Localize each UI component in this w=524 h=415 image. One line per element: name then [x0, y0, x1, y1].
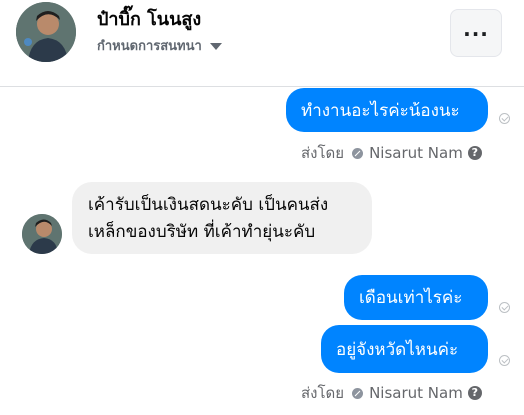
contact-name[interactable]: ป๋าบิ๊ก โนนสูง [97, 4, 201, 33]
outgoing-message[interactable]: อยู่จังหวัดไหนค่ะ [321, 325, 488, 373]
message-text: เดือนเท่าไรค่ะ [359, 288, 463, 308]
delivered-check-icon [499, 113, 510, 124]
page-admin-icon [352, 387, 364, 399]
sent-by-info: ส่งโดย Nisarut Nam ? [301, 141, 482, 165]
more-options-button[interactable]: ... [450, 9, 502, 57]
more-horizontal-icon: ... [463, 17, 489, 41]
sender-avatar[interactable] [22, 214, 62, 254]
outgoing-message[interactable]: เดือนเท่าไรค่ะ [344, 275, 488, 320]
conversation-header: ป๋าบิ๊ก โนนสูง กำหนดการสนทนา ... [0, 0, 524, 87]
sent-by-info: ส่งโดย Nisarut Nam ? [301, 381, 482, 405]
outgoing-message[interactable]: ทำงานอะไรค่ะน้องนะ [286, 88, 488, 132]
conversation-options[interactable]: กำหนดการสนทนา [97, 35, 222, 56]
seen-check-icon [499, 355, 510, 366]
page-admin-icon [352, 147, 364, 159]
message-text: ทำงานอะไรค่ะน้องนะ [301, 100, 460, 121]
profile-avatar[interactable] [16, 2, 76, 62]
message-text: อยู่จังหวัดไหนค่ะ [336, 339, 459, 360]
delivered-check-icon [499, 302, 510, 313]
message-text-line-2: เหล็กของบริษัท ที่เค้าทำยุ่นะคับ [88, 222, 316, 242]
sent-by-prefix: ส่งโดย [301, 384, 345, 402]
message-text-line-1: เค้ารับเป็นเงินสดนะคับ เป็นคนส่ง [88, 195, 329, 215]
sender-name[interactable]: Nisarut Nam [369, 384, 463, 402]
sent-by-prefix: ส่งโดย [301, 144, 345, 162]
conversation-options-label: กำหนดการสนทนา [97, 39, 202, 54]
help-icon[interactable]: ? [467, 146, 482, 160]
help-icon[interactable]: ? [467, 386, 482, 400]
sender-name[interactable]: Nisarut Nam [369, 144, 463, 162]
incoming-message[interactable]: เค้ารับเป็นเงินสดนะคับ เป็นคนส่ง เหล็กขอ… [72, 182, 372, 254]
caret-down-icon [209, 43, 222, 50]
